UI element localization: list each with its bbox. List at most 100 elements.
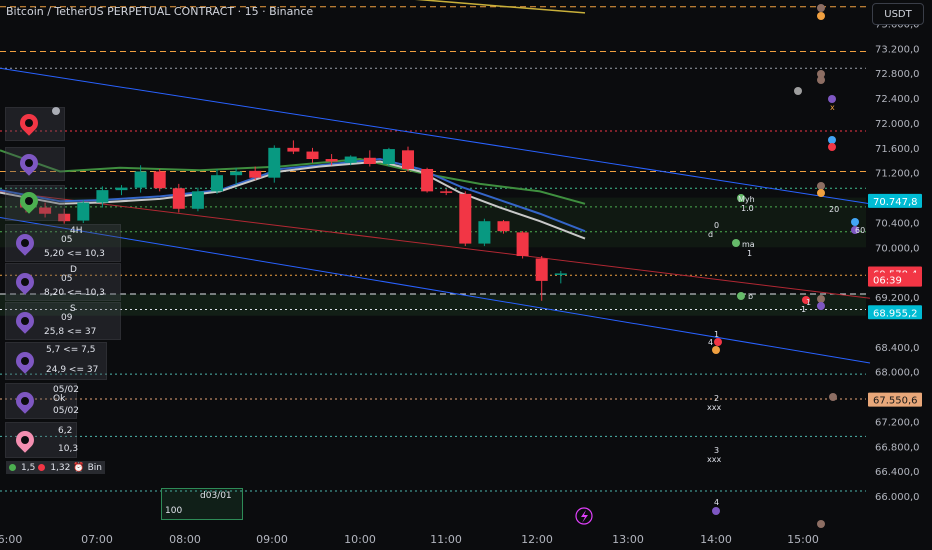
signal-dot (817, 4, 825, 12)
price-tag-label: 67.550,6 (873, 396, 918, 407)
candle-body (382, 149, 395, 165)
y-tick-label: 66.400,0 (875, 467, 920, 478)
indicator-panel-3 (5, 185, 65, 221)
signal-dot (712, 346, 720, 354)
y-tick-label: 72.000,0 (875, 119, 920, 130)
indicator-legend: 1,5 1,32 ⏰ Bin (6, 461, 105, 474)
x-tick-label: 08:00 (169, 533, 201, 546)
candle-body (249, 170, 262, 178)
signal-value-label: 100 (165, 506, 183, 516)
marker-label: xxx (707, 403, 722, 412)
signal-dot (817, 520, 825, 528)
x-tick-label: 11:00 (430, 533, 462, 546)
candle-body (268, 147, 281, 178)
y-tick-label: 71.600,0 (875, 144, 920, 155)
location-pin-icon (12, 388, 38, 414)
price-tag-label: 70.747,8 (873, 197, 918, 208)
candle-body (516, 232, 529, 257)
currency-button[interactable]: USDT (872, 3, 924, 25)
y-tick-label: 67.200,0 (875, 417, 920, 428)
candle-body (134, 171, 147, 188)
marker-label: xxx (707, 455, 722, 464)
ratio-label: 5,20 <= 10,3 (44, 249, 105, 259)
candle-body (287, 147, 300, 152)
marker-label: 20 (829, 205, 840, 214)
signal-dot (817, 12, 825, 20)
legend-value-b: 1,32 (50, 462, 71, 473)
location-pin-icon (16, 188, 42, 214)
marker-label: 1 (806, 298, 812, 307)
count-label: 05 (61, 274, 73, 284)
x-tick-label: 10:00 (344, 533, 376, 546)
signal-dot (817, 302, 825, 310)
indicator-panel-date: 05/02 Ok 05/02 (5, 383, 79, 419)
candle-body (554, 273, 567, 275)
x-tick-label: 07:00 (81, 533, 113, 546)
x-tick-label: 6:00 (0, 533, 22, 546)
candle-body (77, 202, 90, 221)
trend-line-yellow (414, 0, 586, 14)
signal-date-label: d03/01 (200, 491, 232, 501)
y-axis: 73.600,073.200,072.800,072.400,072.000,0… (875, 20, 920, 504)
marker-label: 4 (708, 338, 714, 347)
signal-dot (851, 218, 859, 226)
indicator-panel-ratio: 5,7 <= 7,5 24,9 <= 37 (5, 342, 107, 380)
marker-label: 1.0 (741, 204, 754, 213)
indicator-panel-2 (5, 147, 65, 181)
candle-body (344, 156, 357, 163)
marker-label: b (748, 292, 754, 301)
legend-value-c: Bin (87, 462, 102, 473)
value-bottom-label: 10,3 (58, 444, 79, 454)
location-pin-icon (12, 269, 38, 295)
legend-value-a: 1,5 (21, 462, 36, 473)
price-tag-label: 06:39 (873, 276, 902, 287)
signal-dot (732, 239, 740, 247)
red-dot-icon (38, 464, 46, 471)
price-zone (0, 293, 866, 316)
price-tag-label: 68.955,2 (873, 308, 918, 319)
marker-label: 1 (714, 330, 720, 339)
signal-dot (817, 182, 825, 190)
ratio-top-label: 5,7 <= 7,5 (46, 345, 96, 355)
location-pin-icon (16, 110, 42, 136)
marker-label: d (708, 230, 714, 239)
indicator-panel-s: S 09 25,8 <= 37 (5, 302, 121, 340)
lightning-bolt (581, 510, 588, 523)
indicator-panel-d: D 05 8,20 <= 10,3 (5, 263, 121, 301)
count-label: 05 (61, 235, 73, 245)
candle-body (115, 187, 128, 191)
y-tick-label: 66.000,0 (875, 492, 920, 503)
y-tick-label: 70.000,0 (875, 243, 920, 254)
symbol-title: Bitcoin / TetherUS PERPETUAL CONTRACT · … (6, 5, 314, 18)
y-tick-label: 72.800,0 (875, 69, 920, 80)
candle-body (153, 171, 166, 189)
y-tick-label: 69.200,0 (875, 293, 920, 304)
candle-body (230, 171, 243, 176)
x-tick-label: 15:00 (787, 533, 819, 546)
signal-dot (829, 393, 837, 401)
marker-label: 3 (714, 446, 720, 455)
candle-body (440, 191, 453, 193)
signal-dot (794, 87, 802, 95)
candle-body (497, 221, 510, 232)
signal-dot (737, 292, 745, 300)
marker-label: 0 (714, 221, 720, 230)
signal-dot (712, 507, 720, 515)
signal-dot (828, 143, 836, 151)
candle-body (172, 188, 185, 209)
y-tick-label: 66.800,0 (875, 442, 920, 453)
status-label: Ok (53, 394, 66, 404)
candle-body (191, 191, 204, 209)
marker-label: x (830, 103, 835, 112)
ma-line-green (0, 149, 586, 205)
indicator-panel-1 (5, 107, 65, 141)
candle-body (96, 190, 109, 203)
signal-dot (817, 189, 825, 197)
indicator-panel-4h: 4H 05 5,20 <= 10,3 (5, 224, 121, 262)
alarm-icon: ⏰ (73, 462, 85, 473)
location-pin-icon (12, 308, 38, 334)
candle-body (211, 175, 223, 192)
value-top-label: 6,2 (58, 426, 73, 436)
x-tick-label: 12:00 (521, 533, 553, 546)
price-chart[interactable]: 73.600,073.200,072.800,072.400,072.000,0… (0, 0, 932, 550)
